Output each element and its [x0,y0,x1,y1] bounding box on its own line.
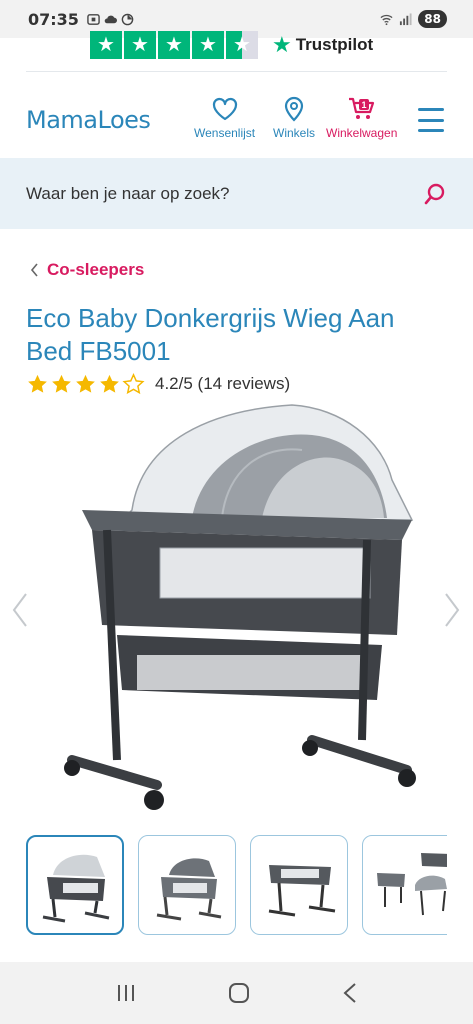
menu-button[interactable] [418,108,444,132]
search-input[interactable] [26,183,386,204]
thumbnail-image [156,858,222,921]
thumbnail[interactable] [250,835,348,935]
rating-text: 4.2/5 (14 reviews) [155,374,291,393]
stores-link[interactable]: Winkels [273,96,315,140]
stores-label: Winkels [273,126,316,140]
signal-icon [400,12,412,25]
wishlist-label: Wensenlijst [194,126,256,140]
system-navigation-bar [0,962,473,1024]
breadcrumb[interactable]: Co-sleepers [30,260,144,280]
previous-image-arrow[interactable] [10,592,30,628]
wishlist-link[interactable]: Wensenlijst [194,96,255,140]
trustpilot-stars: ★ ★ ★ ★ ★ [90,31,258,59]
recent-apps-icon[interactable] [115,983,137,1003]
rating-stars [26,373,145,395]
thumbnail-image [42,854,110,923]
cart-label: Winkelwagen [326,126,398,140]
menu-bar [418,118,444,122]
thumbnail-strip [26,835,447,935]
menu-bar [418,129,444,132]
trustpilot-star: ★ [192,31,224,59]
search-icon[interactable] [423,182,447,206]
site-logo[interactable]: MamaLoes [26,106,151,134]
sync-icon [121,13,134,25]
menu-bar [418,108,444,111]
star-full-icon [52,374,71,393]
chevron-left-icon [30,263,38,277]
search-bar [0,158,473,229]
home-icon[interactable] [227,981,251,1005]
thumbnail-image [377,853,447,916]
thumbnail-image [268,865,336,917]
product-title: Eco Baby Donkergrijs Wieg Aan Bed FB5001 [26,303,395,366]
heart-icon [212,97,237,121]
screenshot-icon [87,13,100,25]
trustpilot-widget[interactable]: ★ ★ ★ ★ ★ ★ Trustpilot [90,30,373,60]
divider [26,71,447,72]
thumbnail[interactable] [26,835,124,935]
product-image[interactable] [62,400,422,820]
trustpilot-star-icon: ★ [272,32,292,57]
cart-count: 1 [361,100,366,110]
star-empty-icon [122,373,145,395]
back-icon[interactable] [342,982,358,1004]
clock: 07:35 [28,9,79,29]
trustpilot-logo: ★ Trustpilot [272,32,373,58]
star-full-icon [76,374,95,393]
cart-icon: 1 [348,97,374,119]
thumbnail[interactable] [362,835,447,935]
product-rating[interactable]: 4.2/5 (14 reviews) [26,373,290,395]
star-full-icon [100,374,119,393]
trustpilot-star: ★ [226,31,258,59]
location-pin-icon [284,96,304,122]
battery-indicator: 88 [418,10,447,28]
trustpilot-star: ★ [90,31,122,59]
star-full-icon [28,374,47,393]
trustpilot-star: ★ [124,31,156,59]
cloud-icon [104,15,117,23]
next-image-arrow[interactable] [442,592,462,628]
breadcrumb-label: Co-sleepers [47,260,145,279]
trustpilot-star: ★ [158,31,190,59]
cart-link[interactable]: 1 Winkelwagen [326,96,397,140]
site-header: MamaLoes Wensenlijst Winkels 1 Winkelwag… [0,96,473,152]
trustpilot-brand: Trustpilot [295,35,374,54]
wifi-icon [380,14,393,25]
thumbnail[interactable] [138,835,236,935]
